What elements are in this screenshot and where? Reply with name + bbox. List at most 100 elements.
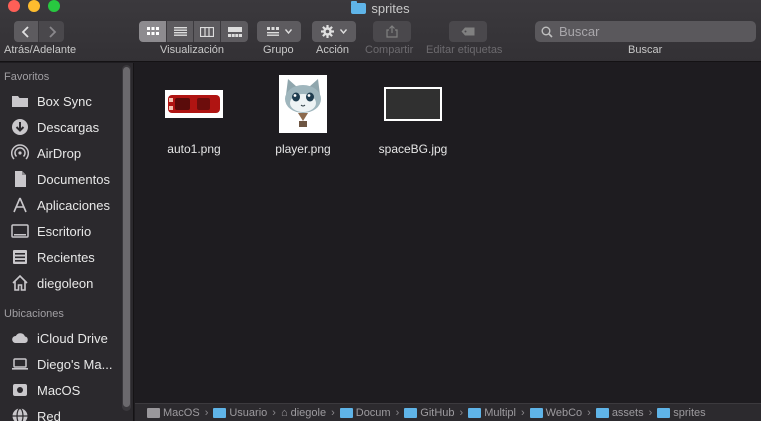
sidebar-item-label: Recientes xyxy=(37,249,95,265)
icon-view-button[interactable] xyxy=(139,21,167,42)
view-label: Visualización xyxy=(160,44,225,56)
edit-tags-button[interactable] xyxy=(449,21,487,42)
sidebar-item-label: Descargas xyxy=(37,119,100,135)
chevron-right-icon: › xyxy=(272,406,276,419)
icon-grid-icon xyxy=(146,27,159,35)
sidebar-item-label: MacOS xyxy=(37,382,81,398)
sidebar-header-locations: Ubicaciones xyxy=(4,308,64,320)
path-crumb-label: diegole xyxy=(290,406,327,419)
search-icon xyxy=(541,26,553,38)
path-crumb-label: GitHub xyxy=(420,406,455,419)
path-crumb-documentos[interactable]: Docum xyxy=(339,406,391,419)
edit-tags-label: Editar etiquetas xyxy=(426,44,503,56)
back-forward-control xyxy=(14,21,64,42)
share-label: Compartir xyxy=(365,44,414,56)
sidebar-scrollbar-thumb[interactable] xyxy=(123,67,130,407)
path-crumb-assets[interactable]: assets xyxy=(595,406,644,419)
file-item-auto1[interactable]: auto1.png xyxy=(139,73,249,156)
disk-icon xyxy=(147,407,160,418)
forward-button[interactable] xyxy=(39,21,64,42)
sidebar-scrollbar[interactable] xyxy=(122,65,131,411)
folder-icon xyxy=(213,407,227,418)
back-button[interactable] xyxy=(14,21,39,42)
document-icon xyxy=(15,171,26,187)
gear-icon xyxy=(321,25,334,38)
sidebar-item-documentos[interactable]: Documentos xyxy=(0,166,133,192)
laptop-icon xyxy=(12,358,28,370)
sidebar-item-label: iCloud Drive xyxy=(37,330,108,346)
path-crumb-macos[interactable]: MacOS xyxy=(147,407,200,419)
path-crumb-label: WebCo xyxy=(545,406,583,419)
tag-icon xyxy=(461,27,475,36)
chevron-right-icon: › xyxy=(459,406,464,419)
path-crumb-diegoleon[interactable]: ⌂ diegole xyxy=(281,407,326,419)
chevron-right-icon xyxy=(48,25,56,38)
path-crumb-usuario[interactable]: Usuario xyxy=(213,407,267,419)
home-icon xyxy=(12,274,28,291)
group-label: Grupo xyxy=(263,44,294,56)
folder-icon xyxy=(468,407,482,418)
gallery-view-button[interactable] xyxy=(221,21,248,42)
path-crumb-label: Multipl xyxy=(484,406,516,419)
chevron-right-icon: › xyxy=(648,406,653,419)
home-icon: ⌂ xyxy=(280,406,288,419)
recents-icon xyxy=(13,250,27,264)
sidebar-item-aplicaciones[interactable]: Aplicaciones xyxy=(0,192,133,218)
sidebar-item-recientes[interactable]: Recientes xyxy=(0,244,133,270)
sidebar-item-red[interactable]: Red xyxy=(0,403,133,421)
sidebar-item-escritorio[interactable]: Escritorio xyxy=(0,218,133,244)
path-crumb-label: Docum xyxy=(355,406,391,419)
path-crumb-webco[interactable]: WebCo xyxy=(529,406,583,419)
sidebar-item-label: Box Sync xyxy=(37,93,92,109)
car-image-icon xyxy=(165,90,223,118)
view-mode-control xyxy=(139,21,248,42)
search-box[interactable] xyxy=(535,21,756,42)
search-label: Buscar xyxy=(628,44,663,56)
sidebar-item-label: Red xyxy=(37,408,61,421)
airdrop-icon xyxy=(11,144,29,160)
window-title: sprites xyxy=(0,0,761,16)
folder-icon xyxy=(529,407,543,418)
list-view-button[interactable] xyxy=(167,21,194,42)
chevron-left-icon xyxy=(21,25,29,38)
chevron-right-icon: › xyxy=(520,406,525,419)
sidebar-item-label: diegoleon xyxy=(37,275,94,291)
sidebar-item-airdrop[interactable]: AirDrop xyxy=(0,140,133,166)
chevron-down-icon xyxy=(284,29,292,34)
group-button[interactable] xyxy=(257,21,301,42)
sidebar-item-macos[interactable]: MacOS xyxy=(0,377,133,403)
path-crumb-label: MacOS xyxy=(163,406,200,419)
toolbar: sprites Atrás/Adelante Visualización Gru… xyxy=(0,0,761,62)
column-view-button[interactable] xyxy=(194,21,221,42)
search-input[interactable] xyxy=(559,24,749,39)
sidebar-item-diegos-mac[interactable]: Diego's Ma... xyxy=(0,351,133,377)
action-label: Acción xyxy=(316,44,350,56)
file-item-spacebg[interactable]: spaceBG.jpg xyxy=(358,73,468,156)
path-crumb-github[interactable]: GitHub xyxy=(404,406,455,419)
network-icon xyxy=(12,407,28,421)
action-button[interactable] xyxy=(312,21,356,42)
path-bar: MacOS › Usuario › ⌂ diegole › Docum › Git… xyxy=(135,403,761,421)
sidebar-item-label: Diego's Ma... xyxy=(37,356,113,372)
sidebar-item-diegoleon[interactable]: diegoleon xyxy=(0,270,133,296)
folder-icon xyxy=(351,0,367,14)
sidebar: Favoritos Box Sync Descargas AirDrop Doc… xyxy=(0,63,134,421)
desktop-icon xyxy=(11,224,29,238)
sidebar-item-label: Documentos xyxy=(37,171,110,187)
sidebar-item-label: AirDrop xyxy=(37,145,82,161)
chevron-down-icon xyxy=(340,29,347,34)
cat-image-icon xyxy=(279,75,327,133)
sidebar-item-descargas[interactable]: Descargas xyxy=(0,114,133,140)
sidebar-item-box-sync[interactable]: Box Sync xyxy=(0,88,133,114)
download-icon xyxy=(12,119,28,135)
path-crumb-label: sprites xyxy=(673,406,706,419)
path-crumb-multiplayer[interactable]: Multipl xyxy=(468,407,516,419)
share-button[interactable] xyxy=(373,21,411,42)
sidebar-item-icloud-drive[interactable]: iCloud Drive xyxy=(0,325,133,351)
file-name: spaceBG.jpg xyxy=(378,142,448,156)
path-crumb-sprites[interactable]: sprites xyxy=(657,406,706,419)
chevron-right-icon: › xyxy=(331,406,335,419)
file-item-player[interactable]: player.png xyxy=(248,73,358,156)
path-crumb-label: assets xyxy=(611,406,644,419)
folder-icon xyxy=(339,407,353,418)
